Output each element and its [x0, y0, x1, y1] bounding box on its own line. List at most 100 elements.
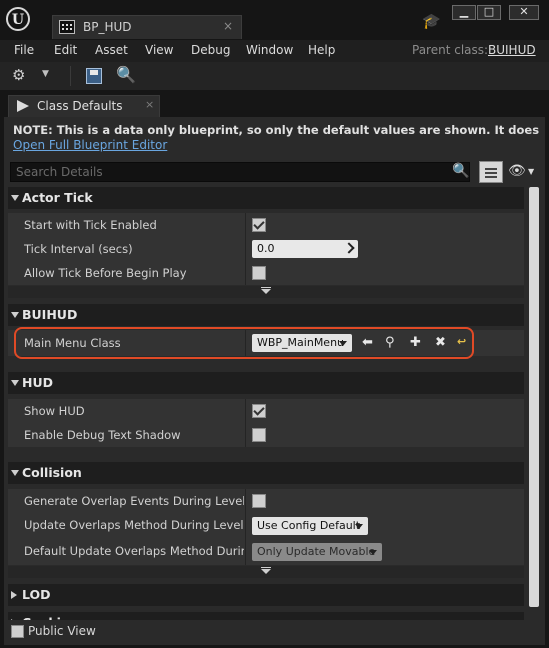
bottom-bar: Public View	[4, 620, 545, 644]
menu-debug[interactable]: Debug	[191, 43, 230, 57]
maximize-button[interactable]: □	[477, 5, 501, 20]
save-icon[interactable]	[86, 68, 102, 84]
class-defaults-tab-label: Class Defaults	[37, 99, 123, 113]
search-placeholder: Search Details	[16, 165, 103, 179]
document-tab-bp-hud[interactable]: BP_HUD ×	[52, 15, 242, 39]
category-label: Collision	[22, 465, 82, 480]
default-update-overlaps-method-dropdown: Only Update Movable	[252, 543, 382, 561]
advanced-expander[interactable]	[8, 566, 524, 578]
search-icon[interactable]: 🔍	[452, 163, 469, 179]
property-row-start-with-tick: Start with Tick Enabled	[8, 213, 524, 237]
property-row-tick-interval: Tick Interval (secs) 0.0	[8, 237, 524, 261]
expand-arrow-icon[interactable]	[11, 470, 19, 476]
blueprint-hud-icon	[59, 20, 75, 34]
property-row-allow-tick-before-begin-play: Allow Tick Before Begin Play	[8, 261, 524, 285]
resize-grip-icon[interactable]	[343, 242, 355, 254]
advanced-bar-icon	[261, 567, 271, 568]
column-divider[interactable]	[245, 539, 246, 565]
class-defaults-tab-close-icon[interactable]: ×	[145, 98, 154, 111]
column-divider[interactable]	[245, 261, 246, 285]
tick-interval-input[interactable]: 0.0	[252, 240, 358, 258]
expand-arrow-icon[interactable]	[11, 195, 19, 201]
property-row-generate-overlap-events: Generate Overlap Events During Level Str…	[8, 489, 524, 513]
document-tab-close-icon[interactable]: ×	[223, 19, 233, 33]
collapse-arrow-icon[interactable]	[11, 591, 17, 599]
menu-file[interactable]: File	[14, 43, 34, 57]
vertical-scrollbar[interactable]	[529, 187, 539, 607]
open-full-blueprint-editor-link[interactable]: Open Full Blueprint Editor	[13, 138, 167, 152]
class-defaults-icon	[17, 100, 29, 112]
dropdown-arrow-icon	[355, 524, 363, 529]
category-hud[interactable]: HUD	[8, 372, 524, 394]
advanced-expander[interactable]	[8, 286, 524, 298]
details-panel: NOTE: This is a data only blueprint, so …	[4, 117, 545, 645]
data-only-note: NOTE: This is a data only blueprint, so …	[13, 123, 543, 137]
property-name: Tick Interval (secs)	[24, 242, 133, 256]
property-name: Start with Tick Enabled	[24, 218, 157, 232]
menu-asset[interactable]: Asset	[95, 43, 128, 57]
property-name: Default Update Overlaps Method During Le…	[24, 544, 244, 558]
column-divider[interactable]	[245, 213, 246, 237]
menu-edit[interactable]: Edit	[54, 43, 77, 57]
property-list: Actor Tick Start with Tick Enabled Tick …	[8, 187, 524, 643]
property-matrix-button[interactable]	[479, 161, 503, 183]
property-row-enable-debug-text-shadow: Enable Debug Text Shadow	[8, 423, 524, 447]
minimize-button[interactable]: ▁	[452, 5, 476, 20]
search-details-input[interactable]: Search Details 🔍	[10, 162, 470, 182]
expand-arrow-icon[interactable]	[11, 380, 19, 386]
advanced-arrow-icon	[261, 569, 271, 574]
public-view-label[interactable]: Public View	[28, 624, 96, 638]
property-row-update-overlaps-method: Update Overlaps Method During Level Stre…	[8, 513, 524, 539]
graduation-cap-icon[interactable]: 🎓	[422, 12, 441, 30]
column-divider[interactable]	[245, 237, 246, 261]
close-window-button[interactable]: ✕	[509, 5, 539, 20]
category-buihud[interactable]: BUIHUD	[8, 304, 524, 326]
property-name: Allow Tick Before Begin Play	[24, 266, 187, 280]
column-divider[interactable]	[245, 423, 246, 447]
menu-view[interactable]: View	[145, 43, 173, 57]
class-defaults-tab[interactable]: Class Defaults ×	[8, 95, 160, 117]
view-options-dropdown-icon[interactable]: ▼	[528, 167, 534, 176]
menu-help[interactable]: Help	[308, 43, 335, 57]
property-name: Update Overlaps Method During Level Stre…	[24, 518, 244, 532]
debug-text-shadow-checkbox[interactable]	[252, 428, 266, 442]
dropdown-arrow-icon	[369, 550, 377, 555]
category-label: Actor Tick	[22, 190, 93, 205]
category-lod[interactable]: LOD	[8, 584, 524, 606]
default-update-overlaps-method-value: Only Update Movable	[257, 545, 376, 558]
column-divider[interactable]	[245, 513, 246, 539]
tick-interval-value: 0.0	[257, 242, 275, 255]
parent-class-link[interactable]: BUIHUD	[488, 43, 536, 57]
settings-dropdown-icon[interactable]: ▼	[42, 69, 49, 79]
generate-overlap-events-checkbox[interactable]	[252, 494, 266, 508]
parent-class-label: Parent class:	[412, 43, 489, 57]
advanced-arrow-icon	[261, 289, 271, 294]
update-overlaps-method-value: Use Config Default	[257, 519, 361, 532]
settings-icon[interactable]: ⚙	[12, 66, 32, 86]
advanced-bar-icon	[261, 287, 271, 288]
category-gap	[8, 447, 524, 462]
unreal-logo-icon[interactable]: U	[6, 7, 30, 31]
public-view-checkbox[interactable]	[11, 625, 24, 638]
property-name: Enable Debug Text Shadow	[24, 428, 181, 442]
find-in-content-browser-icon[interactable]: 🔍	[116, 65, 136, 85]
menu-window[interactable]: Window	[246, 43, 293, 57]
category-actor-tick[interactable]: Actor Tick	[8, 187, 524, 209]
property-row-show-hud: Show HUD	[8, 399, 524, 423]
category-label: BUIHUD	[22, 307, 78, 322]
show-hud-checkbox[interactable]	[252, 404, 266, 418]
main-menu-class-highlight	[14, 327, 474, 359]
property-row-default-update-overlaps-method: Default Update Overlaps Method During Le…	[8, 539, 524, 565]
expand-arrow-icon[interactable]	[11, 312, 19, 318]
view-options-eye-icon[interactable]: 👁	[508, 163, 526, 179]
start-with-tick-checkbox[interactable]	[252, 218, 266, 232]
property-name: Show HUD	[24, 404, 85, 418]
column-divider[interactable]	[245, 399, 246, 423]
update-overlaps-method-dropdown[interactable]: Use Config Default	[252, 517, 368, 535]
category-label: HUD	[22, 375, 53, 390]
title-bar: U BP_HUD × 🎓 ▁ □ ✕	[0, 0, 549, 40]
allow-tick-before-checkbox[interactable]	[252, 266, 266, 280]
column-divider[interactable]	[245, 489, 246, 513]
toolbar: ⚙ ▼ 🔍	[0, 62, 549, 91]
category-collision[interactable]: Collision	[8, 462, 524, 484]
